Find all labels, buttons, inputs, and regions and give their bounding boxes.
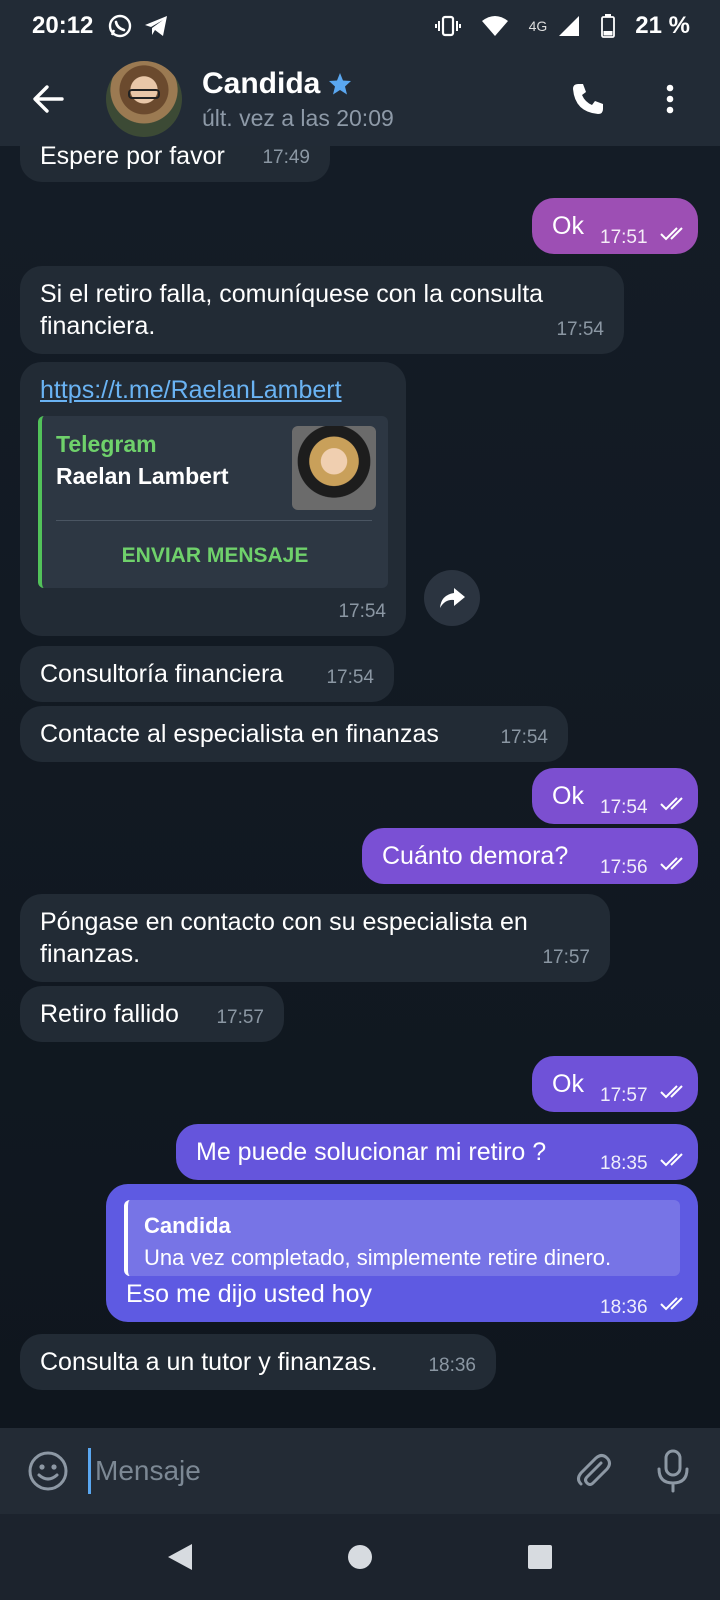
message-text: Eso me dijo usted hoy	[126, 1280, 372, 1308]
message-time: 18:36	[428, 1355, 476, 1376]
message-text: Espere por favor	[40, 146, 225, 170]
message-text: Póngase en contacto con su especialista …	[40, 908, 528, 968]
more-vertical-icon	[666, 84, 674, 114]
avatar[interactable]	[106, 61, 182, 137]
status-bar: 20:12 4G 21 %	[0, 0, 720, 52]
whatsapp-icon	[107, 13, 133, 39]
message-time: 17:57	[542, 947, 590, 968]
message-text: Ok	[552, 212, 584, 240]
message-incoming[interactable]: Si el retiro falla, comuníquese con la c…	[20, 266, 624, 354]
message-outgoing[interactable]: Ok 17:51	[532, 198, 698, 254]
message-time: 17:49	[262, 147, 310, 168]
message-time: 17:54	[600, 797, 648, 818]
message-outgoing[interactable]: Ok 17:57	[532, 1056, 698, 1112]
message-composer	[0, 1428, 720, 1514]
message-time: 17:54	[338, 601, 386, 622]
message-time: 17:54	[500, 727, 548, 748]
more-options-button[interactable]	[640, 69, 700, 129]
nav-home-button[interactable]	[340, 1537, 380, 1577]
message-incoming[interactable]: Consultoría financiera 17:54	[20, 646, 394, 702]
message-text: Contacte al especialista en finanzas	[40, 720, 439, 748]
message-outgoing[interactable]: Me puede solucionar mi retiro ? 18:35	[176, 1124, 698, 1180]
double-check-icon	[660, 1153, 683, 1167]
chat-header: Candida últ. vez a las 20:09	[0, 52, 720, 146]
message-time: 17:51	[600, 227, 648, 248]
triangle-back-icon	[168, 1544, 192, 1570]
message-text: Si el retiro falla, comuníquese con la c…	[40, 280, 544, 340]
contact-info[interactable]: Candida últ. vez a las 20:09	[202, 67, 394, 132]
attach-button[interactable]	[568, 1446, 618, 1496]
star-icon	[329, 72, 352, 94]
vibrate-icon	[434, 15, 461, 37]
microphone-icon	[657, 1449, 689, 1493]
signal-icon	[557, 14, 581, 38]
emoji-button[interactable]	[26, 1449, 70, 1493]
message-text: Consultoría financiera	[40, 660, 284, 688]
message-time: 18:35	[600, 1153, 648, 1174]
message-time: 17:54	[556, 319, 604, 340]
message-incoming-link[interactable]: https://t.me/RaelanLambert Telegram Rael…	[20, 362, 406, 636]
message-text: Ok	[552, 782, 584, 810]
battery-level: 21 %	[635, 12, 690, 39]
message-incoming[interactable]: Espere por favor 17:49	[20, 146, 330, 182]
nav-recents-button[interactable]	[520, 1537, 560, 1577]
message-text: Ok	[552, 1070, 584, 1098]
status-time: 20:12	[32, 12, 94, 39]
telegram-icon	[143, 14, 169, 38]
square-recents-icon	[528, 1545, 552, 1569]
message-outgoing[interactable]: Ok 17:54	[532, 768, 698, 824]
double-check-icon	[660, 1085, 683, 1099]
message-time: 17:56	[600, 857, 648, 878]
nav-back-button[interactable]	[160, 1537, 200, 1577]
message-time: 18:36	[600, 1297, 648, 1318]
back-button[interactable]	[20, 71, 76, 127]
reply-author: Candida	[144, 1213, 231, 1238]
message-outgoing[interactable]: Cuánto demora? 17:56	[362, 828, 698, 884]
preview-title: Raelan Lambert	[56, 463, 229, 489]
message-time: 17:57	[600, 1085, 648, 1106]
message-incoming[interactable]: Retiro fallido 17:57	[20, 986, 284, 1042]
message-link[interactable]: https://t.me/RaelanLambert	[40, 374, 342, 406]
network-type: 4G	[528, 18, 548, 34]
call-button[interactable]	[558, 69, 618, 129]
message-time: 17:57	[216, 1007, 264, 1028]
preview-thumbnail	[292, 426, 376, 510]
paperclip-icon	[577, 1454, 611, 1486]
system-navigation-bar	[0, 1514, 720, 1600]
message-incoming[interactable]: Consulta a un tutor y finanzas. 18:36	[20, 1334, 496, 1390]
message-text: Cuánto demora?	[382, 842, 569, 870]
message-outgoing-reply[interactable]: Candida Una vez completado, simplemente …	[106, 1184, 698, 1322]
preview-site-name: Telegram	[56, 431, 157, 457]
message-incoming[interactable]: Contacte al especialista en finanzas 17:…	[20, 706, 568, 762]
message-text: Me puede solucionar mi retiro ?	[196, 1138, 547, 1166]
wifi-icon	[481, 15, 509, 37]
double-check-icon	[660, 857, 683, 871]
message-text: Consulta a un tutor y finanzas.	[40, 1348, 378, 1376]
message-input[interactable]	[88, 1448, 528, 1494]
contact-name: Candida	[202, 66, 321, 100]
message-list[interactable]: Espere por favor 17:49 Ok 17:51 Si el re…	[0, 146, 720, 1428]
arrow-left-icon	[33, 85, 64, 113]
phone-icon	[573, 84, 603, 114]
send-message-button[interactable]: ENVIAR MENSAJE	[42, 540, 388, 572]
link-preview[interactable]: Telegram Raelan Lambert ENVIAR MENSAJE	[38, 416, 388, 588]
double-check-icon	[660, 227, 683, 241]
double-check-icon	[660, 1297, 683, 1311]
reply-quote[interactable]: Candida Una vez completado, simplemente …	[124, 1200, 680, 1276]
last-seen-status: últ. vez a las 20:09	[202, 104, 394, 131]
battery-icon	[601, 14, 616, 38]
share-button[interactable]	[424, 570, 480, 626]
share-arrow-icon	[440, 588, 465, 608]
voice-record-button[interactable]	[648, 1446, 698, 1496]
message-incoming[interactable]: Póngase en contacto con su especialista …	[20, 894, 610, 982]
message-time: 17:54	[326, 667, 374, 688]
message-text: Retiro fallido	[40, 1000, 179, 1028]
preview-divider	[56, 520, 372, 521]
reply-text: Una vez completado, simplemente retire d…	[144, 1245, 612, 1270]
double-check-icon	[660, 797, 683, 811]
smiley-icon	[28, 1451, 68, 1491]
circle-home-icon	[348, 1545, 372, 1569]
